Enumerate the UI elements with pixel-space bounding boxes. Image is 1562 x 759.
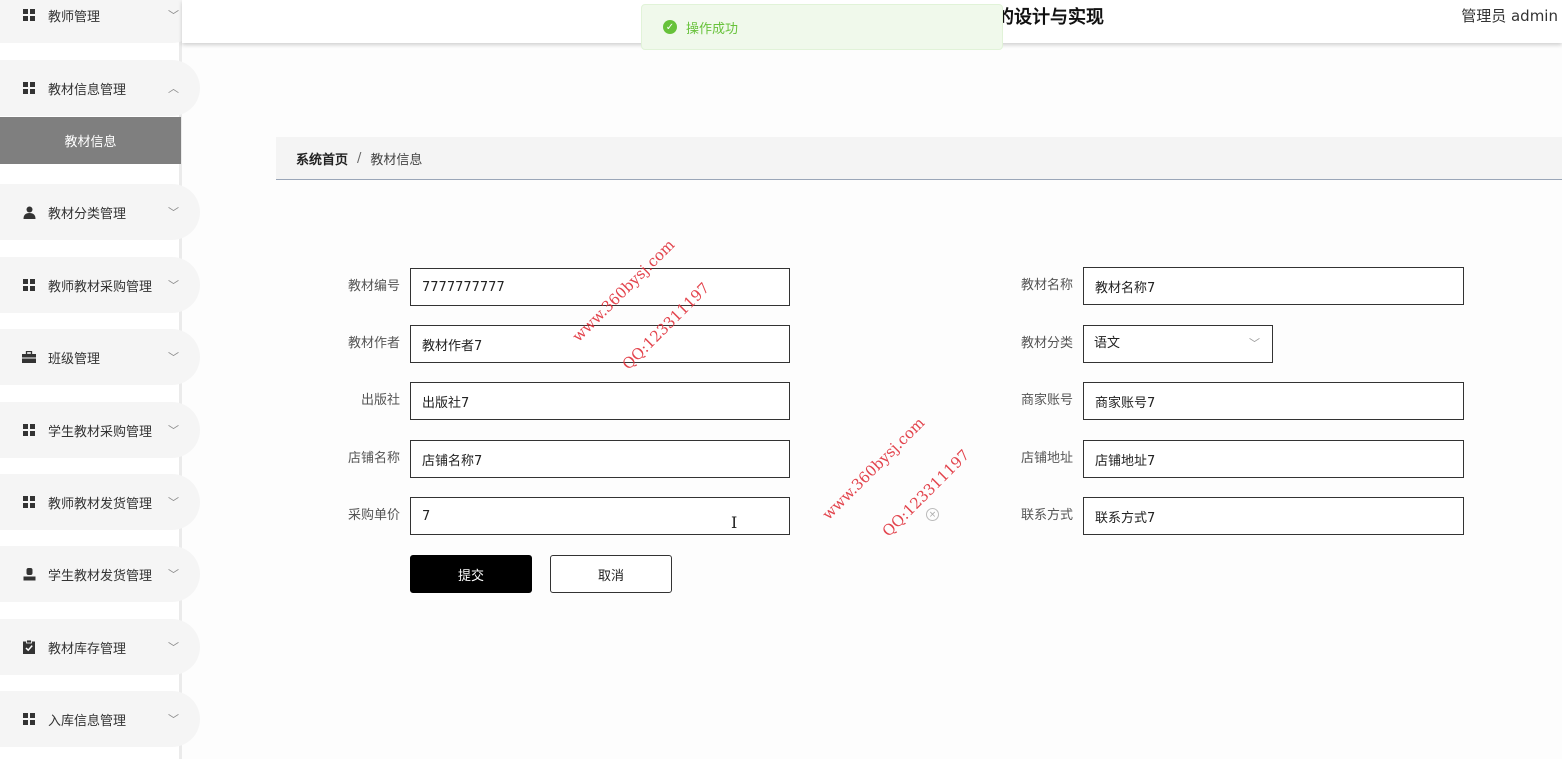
breadcrumb: 系统首页 / 教材信息 [276,137,1562,180]
chevron-up-icon: ︿ [168,82,179,95]
breadcrumb-separator: / [357,150,362,166]
cancel-button[interactable]: 取消 [550,555,672,593]
contact-input[interactable] [1083,497,1464,535]
shop-address-label: 店铺地址 [1020,451,1073,466]
menu-item-textbook-info[interactable]: 教材信息管理 ︿ [0,60,200,116]
system-title: 的设计与实现 [996,7,1104,28]
breadcrumb-current: 教材信息 [370,152,423,168]
menu-item-label: 教材分类管理 [48,206,127,222]
chevron-down-icon: ﹀ [168,568,179,581]
unit-price-label: 采购单价 [347,508,400,523]
chevron-down-icon: ﹀ [1249,337,1260,350]
chevron-down-icon: ﹀ [168,206,179,219]
sidebar: 教师管理 ﹀ 教材信息管理 ︿ 教材信息 教材分类管理 ﹀ 教师教材采购管理 ﹀… [0,0,200,759]
grid-icon [22,278,36,292]
menu-item-label: 教师管理 [48,9,101,25]
menu-item-label: 教材信息管理 [48,82,127,98]
submenu-item-textbook-info[interactable]: 教材信息 [0,117,181,164]
user-icon [22,205,36,219]
menu-item-label: 班级管理 [48,351,101,367]
menu-item-textbook-category[interactable]: 教材分类管理 ﹀ [0,184,200,240]
contact-label: 联系方式 [1020,508,1073,523]
textbook-name-input[interactable] [1083,267,1464,305]
toast-message: 操作成功 [686,21,739,37]
merchant-account-label: 商家账号 [1020,393,1073,408]
name-label: 教材名称 [1020,278,1073,293]
publisher-label: 出版社 [360,393,400,408]
chevron-down-icon: ﹀ [168,496,179,509]
menu-item-label: 学生教材发货管理 [48,568,153,584]
chevron-down-icon: ﹀ [168,351,179,364]
person-icon [22,567,36,581]
chevron-down-icon: ﹀ [168,424,179,437]
text-cursor-icon: I [731,513,738,532]
menu-item-teacher[interactable]: 教师管理 ﹀ [0,0,200,43]
menu-item-student-purchase[interactable]: 学生教材采购管理 ﹀ [0,402,200,458]
author-label: 教材作者 [347,336,400,351]
menu-item-label: 入库信息管理 [48,713,127,729]
breadcrumb-home[interactable]: 系统首页 [296,149,348,168]
chevron-down-icon: ﹀ [168,641,179,654]
menu-item-label: 教师教材采购管理 [48,279,153,295]
clear-icon[interactable]: × [926,508,939,521]
grid-icon [22,8,36,22]
menu-item-class[interactable]: 班级管理 ﹀ [0,329,200,385]
textbook-author-input[interactable] [410,325,790,363]
shop-name-input[interactable] [410,440,790,478]
menu-item-teacher-shipping[interactable]: 教师教材发货管理 ﹀ [0,474,200,530]
chevron-down-icon: ﹀ [168,9,179,22]
menu-item-teacher-purchase[interactable]: 教师教材采购管理 ﹀ [0,257,200,313]
grid-icon [22,423,36,437]
submit-button[interactable]: 提交 [410,555,532,593]
menu-item-stock[interactable]: 教材库存管理 ﹀ [0,619,200,675]
menu-item-label: 教师教材发货管理 [48,496,153,512]
merchant-account-input[interactable] [1083,382,1464,420]
success-toast: ✓ 操作成功 [641,4,1003,50]
category-select[interactable]: 语文 ﹀ [1083,325,1273,363]
chevron-down-icon: ﹀ [168,279,179,292]
shop-name-label: 店铺名称 [347,451,400,466]
briefcase-icon [22,350,36,364]
category-label: 教材分类 [1020,336,1073,351]
publisher-input[interactable] [410,382,790,420]
menu-item-student-shipping[interactable]: 学生教材发货管理 ﹀ [0,546,200,602]
grid-icon [22,712,36,726]
user-info[interactable]: 管理员 admin [1461,5,1558,26]
menu-item-label: 教材库存管理 [48,641,127,657]
chevron-down-icon: ﹀ [168,713,179,726]
clipboard-check-icon [22,640,36,654]
grid-icon [22,81,36,95]
code-label: 教材编号 [347,279,400,294]
menu-item-label: 学生教材采购管理 [48,424,153,440]
shop-address-input[interactable] [1083,440,1464,478]
menu-item-inbound[interactable]: 入库信息管理 ﹀ [0,691,200,747]
grid-icon [22,495,36,509]
category-selected-value: 语文 [1094,336,1121,351]
check-circle-icon: ✓ [663,20,677,34]
